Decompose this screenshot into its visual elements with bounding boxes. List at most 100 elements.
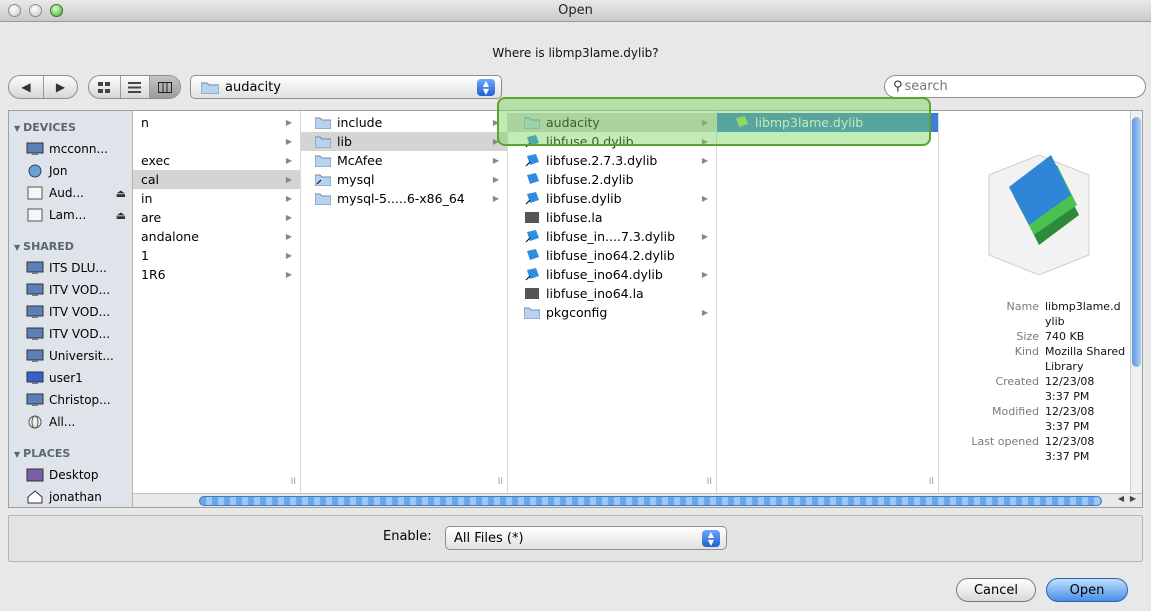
list-item[interactable]: libfuse.dylib ▶ xyxy=(508,189,716,208)
column-resize-handle[interactable]: II xyxy=(707,477,712,487)
list-item[interactable]: libfuse.2.7.3.dylib ▶ xyxy=(508,151,716,170)
back-button[interactable]: ◀ xyxy=(9,76,43,98)
path-popup[interactable]: audacity ▲ ▼ xyxy=(190,75,502,99)
computer-icon xyxy=(26,305,44,318)
scroll-thumb[interactable] xyxy=(1132,117,1141,367)
library-alias-icon xyxy=(525,192,539,205)
title-bar: Open xyxy=(0,0,1151,22)
popup-stepper-icon: ▲ ▼ xyxy=(702,530,720,547)
list-view-button[interactable] xyxy=(119,76,150,98)
home-icon xyxy=(27,490,43,504)
scroll-right-icon[interactable]: ▶ xyxy=(1130,494,1136,503)
computer-icon xyxy=(26,393,44,406)
library-icon xyxy=(527,249,539,260)
scroll-left-icon[interactable]: ◀ xyxy=(1118,494,1124,503)
folder-icon xyxy=(315,136,331,148)
sidebar-item-shared[interactable]: ITV VOD... xyxy=(9,323,132,345)
computer-icon xyxy=(26,261,44,274)
sidebar-item-shared[interactable]: ITV VOD... xyxy=(9,301,132,323)
eject-icon[interactable]: ⏏ xyxy=(116,209,126,222)
column-resize-handle[interactable]: II xyxy=(291,477,296,487)
list-item[interactable]: 1 ▶ xyxy=(133,246,300,265)
list-item[interactable]: mysql ▶ xyxy=(301,170,507,189)
list-item[interactable]: exec ▶ xyxy=(133,151,300,170)
list-item[interactable]: include ▶ xyxy=(301,113,507,132)
dialog-prompt: Where is libmp3lame.dylib? xyxy=(492,46,659,60)
computer-icon xyxy=(26,371,44,384)
scroll-thumb[interactable] xyxy=(199,496,1102,506)
library-alias-icon xyxy=(525,154,539,167)
file-type-select[interactable]: All Files (*) ▲ ▼ xyxy=(445,526,727,550)
eject-icon[interactable]: ⏏ xyxy=(116,187,126,200)
computer-icon xyxy=(26,142,44,155)
folder-icon xyxy=(315,193,331,205)
search-field[interactable]: ⚲ search xyxy=(884,75,1146,98)
list-item-selected[interactable]: cal ▶ xyxy=(133,170,300,189)
sidebar-item-place[interactable]: jonathan xyxy=(9,486,132,507)
path-popup-label: audacity xyxy=(225,79,281,95)
file-type-select-value: All Files (*) xyxy=(454,530,524,546)
sidebar-item-shared[interactable]: ITV VOD... xyxy=(9,279,132,301)
list-item[interactable]: libfuse_ino64.dylib ▶ xyxy=(508,265,716,284)
column-resize-handle[interactable]: II xyxy=(929,477,934,487)
list-item[interactable]: libfuse.la xyxy=(508,208,716,227)
list-item[interactable]: libfuse_ino64.2.dylib xyxy=(508,246,716,265)
forward-arrow-icon: ▶ xyxy=(55,80,66,94)
folder-icon xyxy=(201,82,219,94)
library-alias-icon xyxy=(525,230,539,243)
column-1: n ▶ ▶ exec ▶ cal ▶ in ▶ are ▶ andalone ▶ 1 ▶ 1R… xyxy=(133,111,301,493)
sidebar-item-place[interactable]: Desktop xyxy=(9,464,132,486)
list-item[interactable]: libfuse_in....7.3.dylib ▶ xyxy=(508,227,716,246)
list-item[interactable]: libfuse.2.dylib xyxy=(508,170,716,189)
sidebar-item-shared[interactable]: All... xyxy=(9,411,132,433)
computer-icon xyxy=(26,283,44,296)
cancel-button[interactable]: Cancel xyxy=(956,578,1036,602)
file-info: Name libmp3lame.d ylib Size 740 KB Kind Moz… xyxy=(971,300,1126,463)
sidebar-item-shared[interactable]: ITS DLU... xyxy=(9,257,132,279)
sidebar-item-device[interactable]: Aud... ⏏ xyxy=(9,182,132,204)
sidebar-header-places: ▼ PLACES xyxy=(14,447,71,460)
sidebar-header-shared: ▼ SHARED xyxy=(14,240,74,253)
list-item[interactable]: mysql-5.....6-x86_64 ▶ xyxy=(301,189,507,208)
file-browser: ▼ DEVICES mcconn... Jon Aud... ⏏ Lam... ⏏ ▼… xyxy=(8,110,1143,508)
list-item[interactable]: ▶ xyxy=(133,132,300,151)
sidebar-item-device[interactable]: Jon xyxy=(9,160,132,182)
forward-button[interactable]: ▶ xyxy=(43,76,77,98)
popup-stepper-icon: ▲ ▼ xyxy=(477,79,495,96)
computer-icon xyxy=(26,349,44,362)
sidebar-item-shared[interactable]: Christop... xyxy=(9,389,132,411)
list-item[interactable]: n ▶ xyxy=(133,113,300,132)
list-item[interactable]: in ▶ xyxy=(133,189,300,208)
sidebar-item-device[interactable]: Lam... ⏏ xyxy=(9,204,132,226)
enable-bar: Enable: All Files (*) ▲ ▼ xyxy=(8,515,1143,562)
column-view-button[interactable] xyxy=(149,76,180,98)
list-item[interactable]: are ▶ xyxy=(133,208,300,227)
column-resize-handle[interactable]: II xyxy=(498,477,503,487)
list-item[interactable]: 1R6 ▶ xyxy=(133,265,300,284)
library-icon xyxy=(527,173,539,184)
preview-vertical-scrollbar[interactable] xyxy=(1130,111,1142,493)
horizontal-scrollbar[interactable]: ◀ ▶ xyxy=(133,493,1142,507)
folder-icon xyxy=(315,155,331,167)
window-title: Open xyxy=(558,3,593,18)
list-item[interactable]: pkgconfig ▶ xyxy=(508,303,716,322)
sidebar-header-devices: ▼ DEVICES xyxy=(14,121,76,134)
search-placeholder: search xyxy=(904,79,948,94)
sidebar-item-shared[interactable]: Universit... xyxy=(9,345,132,367)
list-item[interactable]: McAfee ▶ xyxy=(301,151,507,170)
alias-folder-icon xyxy=(315,174,331,186)
list-item[interactable]: libfuse_ino64.la xyxy=(508,284,716,303)
open-button[interactable]: Open xyxy=(1046,578,1128,602)
selection-highlight xyxy=(497,97,931,146)
list-view-icon xyxy=(128,81,142,93)
network-globe-icon xyxy=(28,415,42,429)
document-icon xyxy=(525,212,539,223)
library-alias-icon xyxy=(525,268,539,281)
back-arrow-icon: ◀ xyxy=(21,80,31,94)
list-item-selected[interactable]: lib ▶ xyxy=(301,132,507,151)
list-item[interactable]: andalone ▶ xyxy=(133,227,300,246)
shared-library-icon xyxy=(988,154,1090,275)
sidebar-item-device[interactable]: mcconn... xyxy=(9,138,132,160)
icon-view-button[interactable] xyxy=(89,76,120,98)
sidebar-item-shared[interactable]: user1 xyxy=(9,367,132,389)
